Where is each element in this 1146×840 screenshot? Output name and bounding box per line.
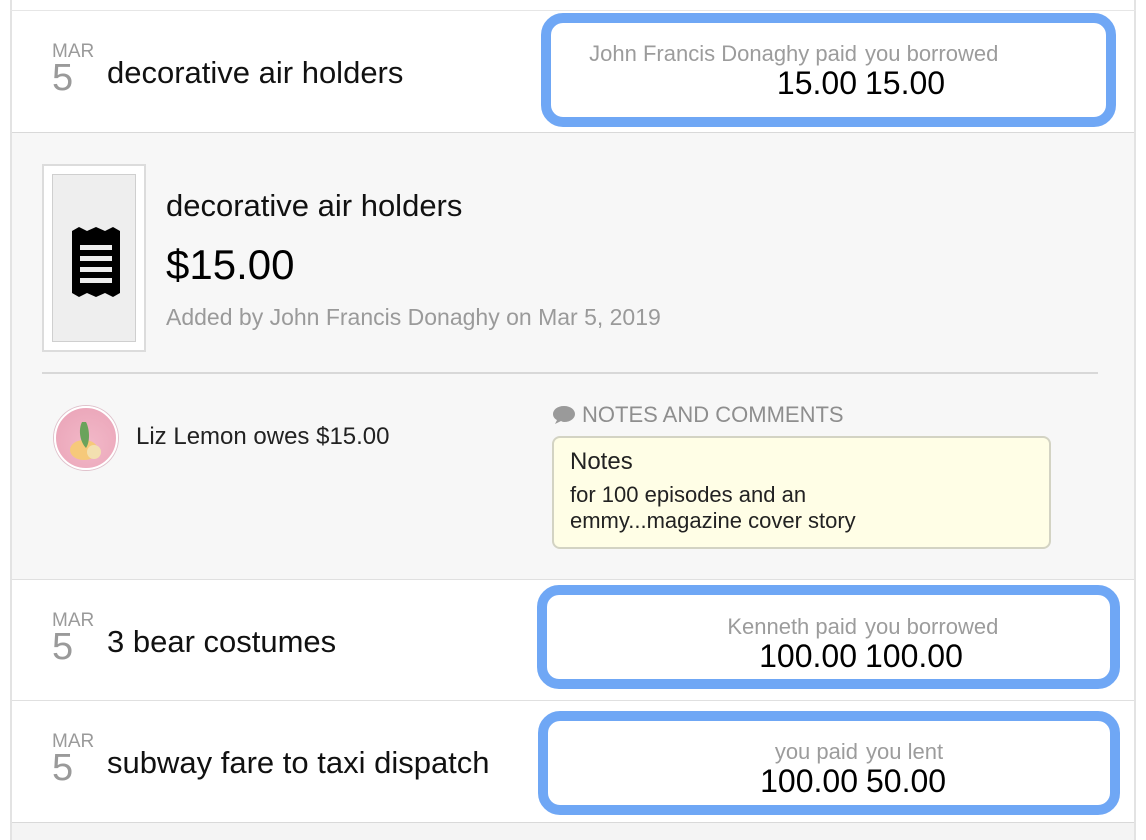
payer-amount: 100.00 xyxy=(760,763,858,799)
next-row-edge xyxy=(12,823,1134,840)
expense-date: MAR 5 xyxy=(52,732,102,787)
date-day: 5 xyxy=(52,57,74,99)
expense-row-subway-fare[interactable]: MAR 5 subway fare to taxi dispatch you p… xyxy=(12,701,1134,823)
amount-summary-box: you paid 100.00 you lent 50.00 xyxy=(538,711,1120,815)
detail-title: decorative air holders xyxy=(166,188,463,223)
receipt-placeholder xyxy=(52,174,136,342)
date-day: 5 xyxy=(52,626,74,668)
share-amount: 15.00 xyxy=(865,65,946,101)
share-column: you borrowed 100.00 xyxy=(865,614,999,674)
receipt-thumbnail[interactable] xyxy=(42,164,146,352)
payer-amount: 100.00 xyxy=(759,638,857,674)
expense-description: subway fare to taxi dispatch xyxy=(107,745,490,780)
share-amount: 100.00 xyxy=(865,638,963,674)
share-column: you borrowed 15.00 xyxy=(865,41,999,101)
amount-summary-box: Kenneth paid 100.00 you borrowed 100.00 xyxy=(537,585,1120,689)
date-day: 5 xyxy=(52,747,74,789)
expense-date: MAR 5 xyxy=(52,611,102,666)
share-label: you lent xyxy=(866,739,944,764)
expense-date: MAR 5 xyxy=(52,42,102,97)
share-column: you lent 50.00 xyxy=(866,739,947,799)
payer-amount: 15.00 xyxy=(776,65,857,101)
speech-bubble-icon xyxy=(553,406,575,424)
receipt-icon xyxy=(72,227,120,297)
notes-text: for 100 episodes and an emmy...magazine … xyxy=(570,482,856,533)
expense-row-decorative-air-holders[interactable]: MAR 5 decorative air holders John Franci… xyxy=(12,11,1134,133)
amount-summary-box: John Francis Donaghy paid 15.00 you borr… xyxy=(541,13,1116,127)
payer-label: John Francis Donaghy paid xyxy=(589,41,857,66)
notes-header-label: NOTES AND COMMENTS xyxy=(582,402,844,427)
detail-divider xyxy=(42,372,1098,374)
payer-column: John Francis Donaghy paid 15.00 xyxy=(589,41,857,101)
owes-summary: Liz Lemon owes $15.00 xyxy=(136,423,390,450)
expense-description: decorative air holders xyxy=(107,55,404,90)
payer-label: Kenneth paid xyxy=(727,614,857,639)
payer-label: you paid xyxy=(774,739,858,764)
expense-row-3-bear-costumes[interactable]: MAR 5 3 bear costumes Kenneth paid 100.0… xyxy=(12,579,1134,701)
avatar-image xyxy=(70,422,101,460)
payer-column: Kenneth paid 100.00 xyxy=(727,614,857,674)
right-border xyxy=(1134,0,1136,840)
expense-description: 3 bear costumes xyxy=(107,624,337,659)
notes-box[interactable]: Notes for 100 episodes and an emmy...mag… xyxy=(552,436,1051,549)
share-amount: 50.00 xyxy=(866,763,947,799)
expense-detail-panel: decorative air holders $15.00 Added by J… xyxy=(12,133,1134,579)
share-label: you borrowed xyxy=(865,614,999,639)
notes-title: Notes xyxy=(570,448,633,475)
avatar xyxy=(54,406,118,470)
detail-added-by: Added by John Francis Donaghy on Mar 5, … xyxy=(166,304,661,330)
share-label: you borrowed xyxy=(865,41,999,66)
notes-header: NOTES AND COMMENTS xyxy=(552,402,844,428)
payer-column: you paid 100.00 xyxy=(760,739,858,799)
detail-amount: $15.00 xyxy=(166,241,295,288)
